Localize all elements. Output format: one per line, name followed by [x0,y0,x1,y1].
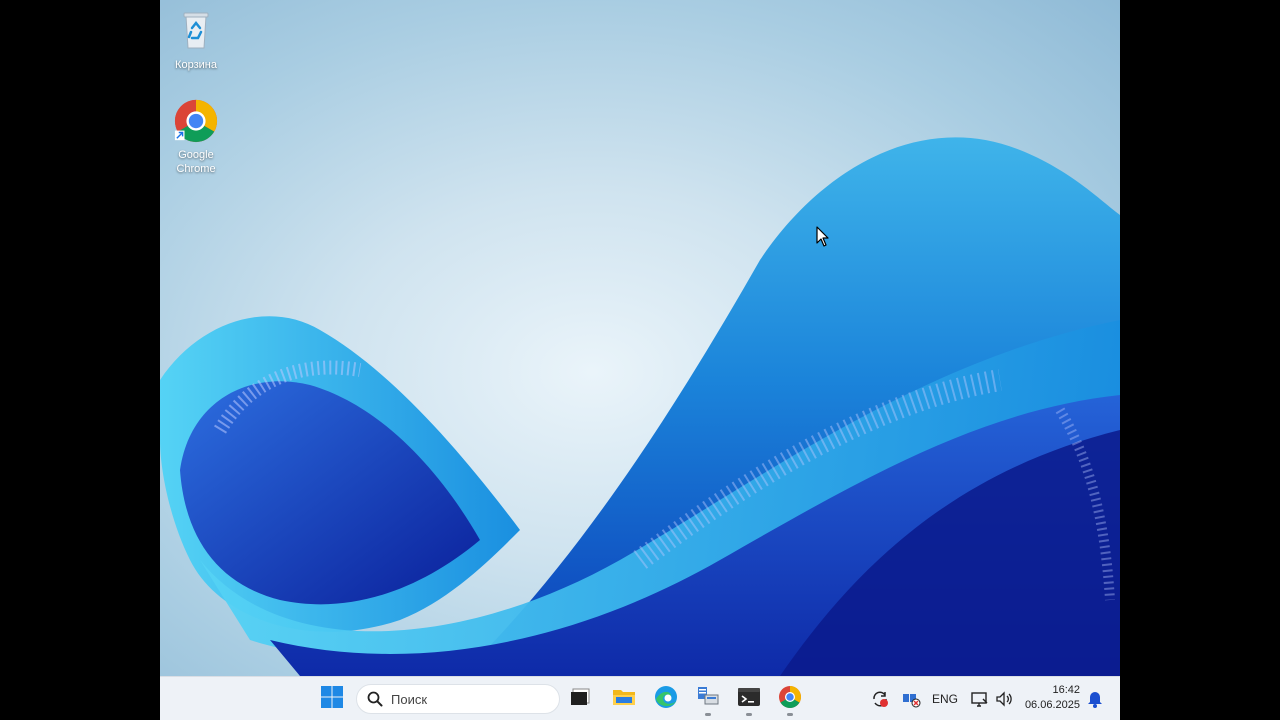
file-explorer-button[interactable] [606,681,642,717]
desktop-icon-label: Корзина [175,59,217,71]
desktop-wallpaper [160,0,1120,676]
search-icon [367,691,383,707]
chrome-icon [778,685,802,714]
task-view-button[interactable] [563,681,599,717]
desktop-screen: Корзина Google Chrome Поиск ENG 16:42 06… [160,0,1120,720]
desktop-icon-recycle-bin[interactable]: Корзина [160,8,232,72]
running-indicator [746,713,752,716]
chrome-icon [172,98,220,146]
terminal-button[interactable] [731,681,767,717]
edge-icon [654,685,678,714]
terminal-icon [737,686,761,713]
folder-icon [612,687,636,712]
taskbar-clock[interactable]: 16:42 06.06.2025 [1025,683,1080,713]
chrome-taskbar-button[interactable] [772,681,808,717]
mouse-cursor-icon [816,226,830,248]
running-indicator [787,713,793,716]
network-status-icon[interactable] [900,689,922,709]
running-indicator [705,713,711,716]
desktop-icon-label-line1: Google [178,149,214,161]
server-manager-icon [696,685,720,714]
start-button[interactable] [314,681,350,717]
desktop-icon-label-line2: Chrome [176,163,216,175]
taskbar-search-box[interactable]: Поиск [356,684,560,714]
server-manager-button[interactable] [690,681,726,717]
desktop-icon-google-chrome[interactable]: Google Chrome [160,98,232,176]
taskbar: Поиск ENG 16:42 06.06.2025 [160,676,1120,720]
display-icon[interactable] [970,689,990,709]
search-placeholder: Поиск [391,691,428,707]
language-indicator[interactable]: ENG [930,689,960,709]
clock-time: 16:42 [1052,684,1080,696]
notification-bell-icon[interactable] [1086,689,1104,709]
edge-button[interactable] [648,681,684,717]
task-view-icon [570,687,592,712]
recycle-bin-icon [172,8,220,56]
clock-date: 06.06.2025 [1024,699,1080,711]
windows-logo-icon [321,685,343,713]
volume-icon[interactable] [994,689,1014,709]
update-status-icon[interactable] [870,689,890,709]
